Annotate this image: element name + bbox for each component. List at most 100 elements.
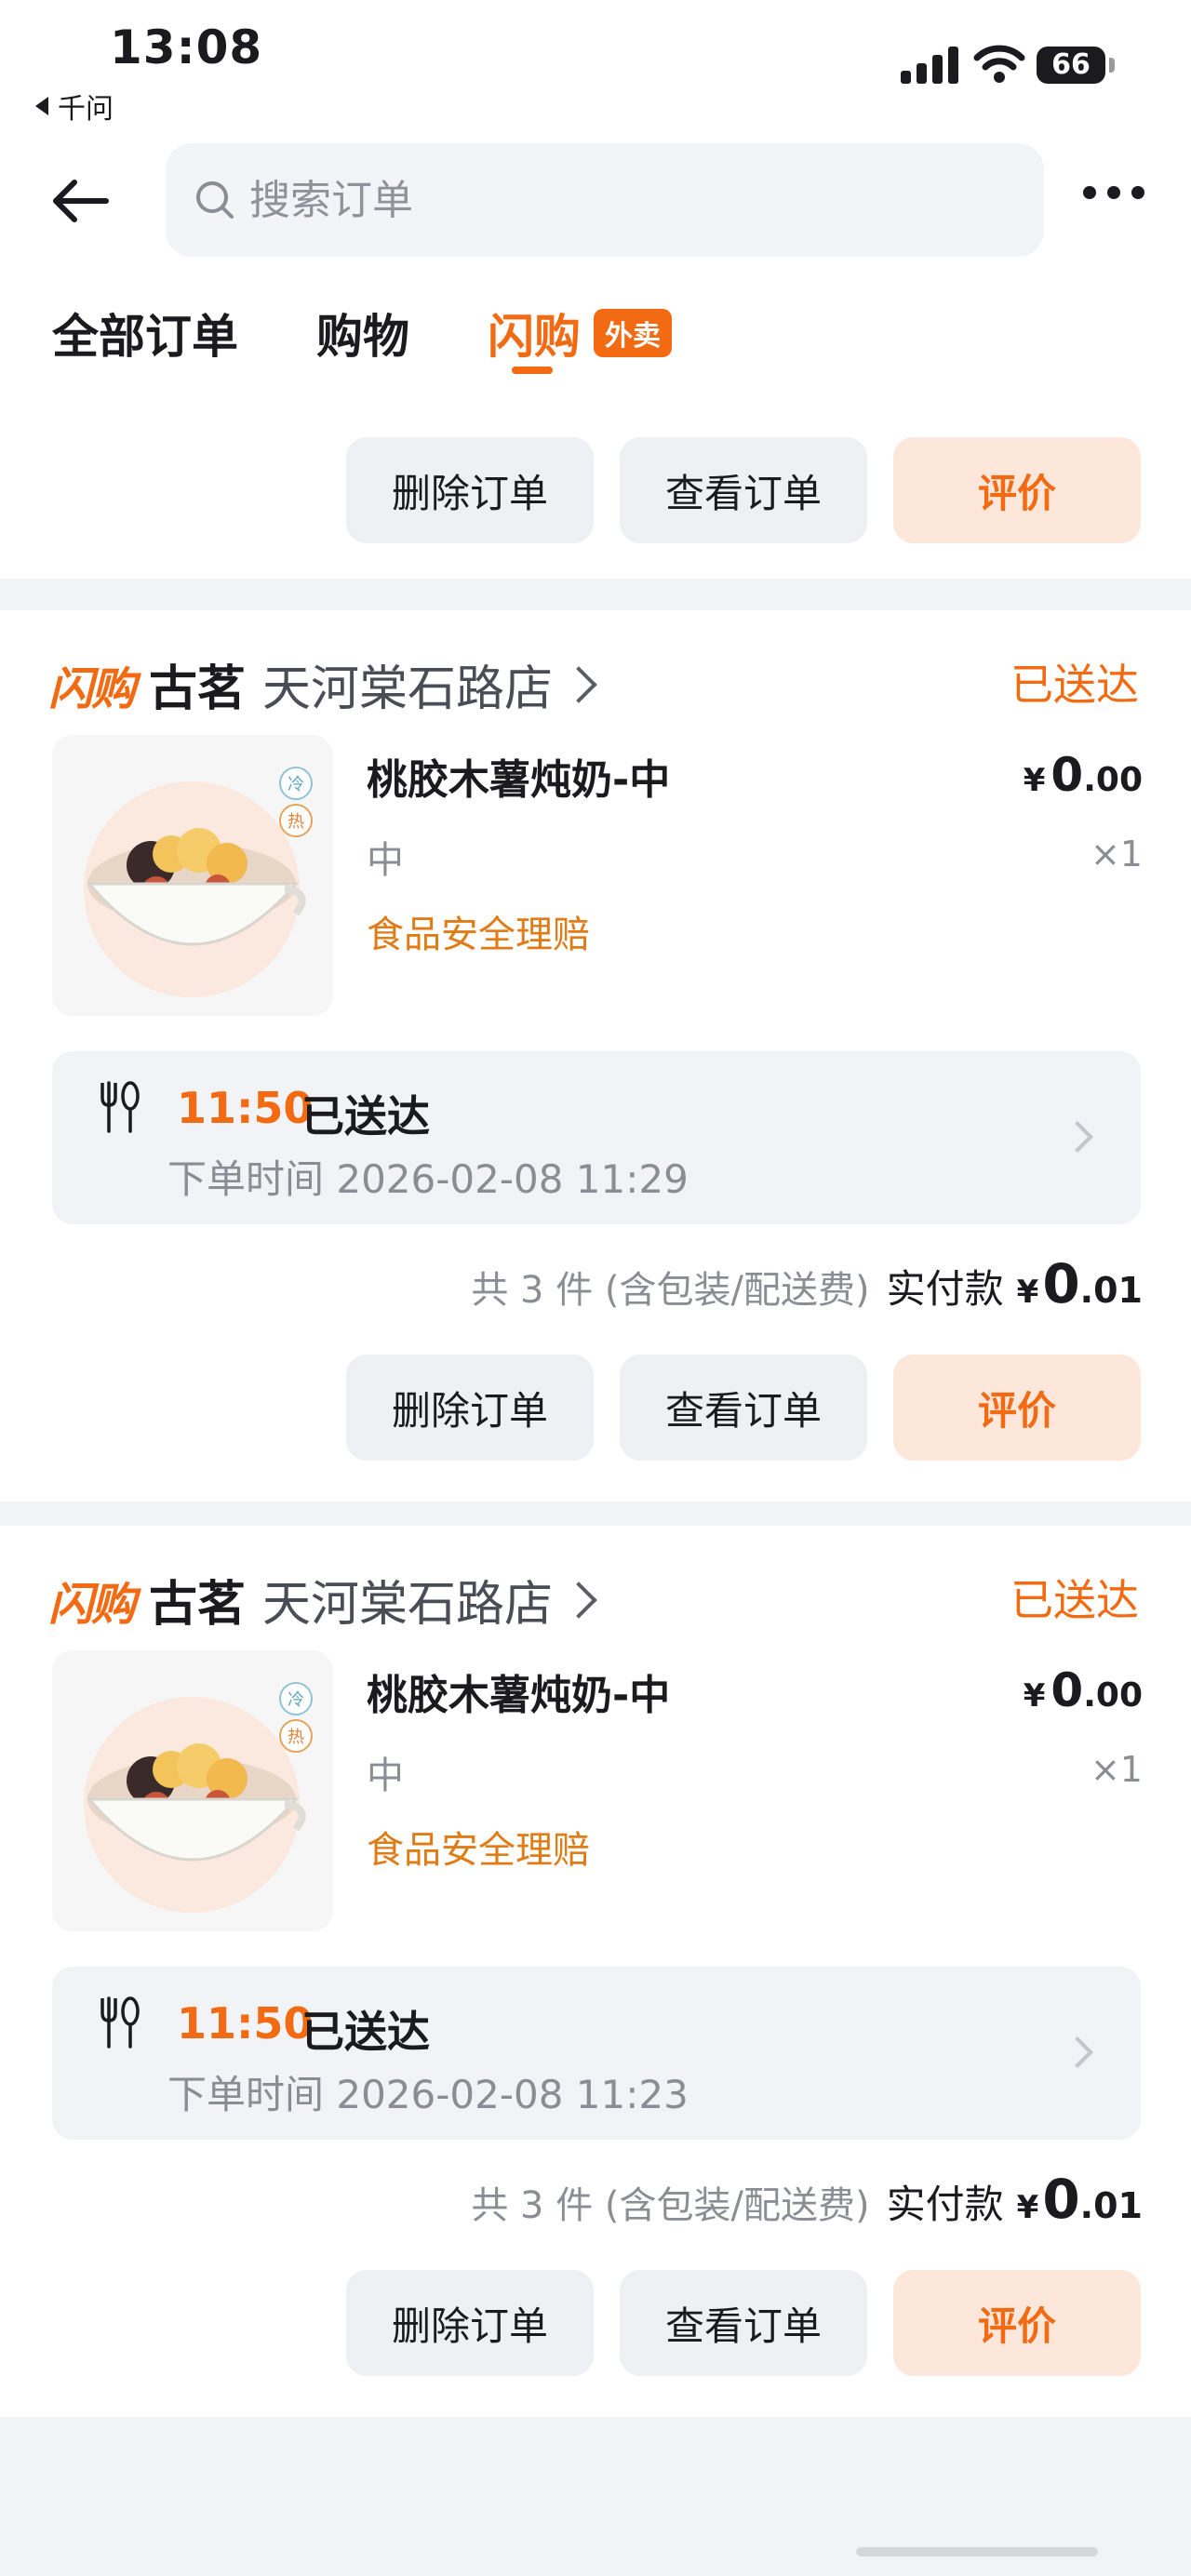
item-count: 共 3 件 (含包装/配送费) [471,2184,870,2227]
dot [1131,186,1144,199]
chevron-right-icon [1062,1121,1093,1153]
order-card[interactable]: 闪购 古茗 天河棠石路店 已送达 冷 热 桃胶木薯炖奶-中 ¥ 0 .00 中 … [0,1526,1191,2417]
more-options-icon[interactable] [1083,186,1144,199]
dot [1083,186,1096,199]
paid-label: 实付款 [886,1266,1004,1312]
order-status: 已送达 [1010,1575,1139,1625]
order-list-page: 13:08 千问 66 搜索订单 全部订单 购物 闪购 外卖 删除订单 查看订单… [0,0,1191,2576]
product-name[interactable]: 桃胶木薯炖奶-中 [367,746,670,806]
search-input[interactable] [249,176,975,224]
order-card-header[interactable]: 闪购 古茗 天河棠石路店 [48,1565,597,1635]
order-actions: 删除订单 查看订单 评价 [346,1355,1141,1461]
product-qty: ×1 [1090,834,1143,874]
svg-text:热: 热 [288,812,304,832]
order-time: 下单时间 2026-02-08 11:29 [167,1156,689,1202]
cellular-signal-icon [901,47,958,84]
currency-symbol: ¥ [1023,1677,1046,1715]
product-price: ¥ 0 .00 [1024,1663,1143,1717]
delete-order-button[interactable]: 删除订单 [346,1355,594,1461]
product-spec: 中 [367,1755,404,1797]
tab-flash-buy[interactable]: 闪购 外卖 [488,300,672,367]
fork-spoon-icon [100,1996,140,2049]
delivered-status: 已送达 [301,2007,430,2057]
paid-label: 实付款 [886,2182,1004,2227]
tab-all-orders[interactable]: 全部订单 [52,300,238,367]
svg-text:冷: 冷 [288,775,304,794]
order-time: 下单时间 2026-02-08 11:23 [167,2072,689,2117]
order-status: 已送达 [1010,660,1139,710]
order-card[interactable]: 闪购 古茗 天河棠石路店 已送达 冷 热 桃胶木薯炖奶-中 ¥ 0 .00 中 … [0,610,1191,1502]
shop-branch: 天河棠石路店 [262,661,554,717]
battery-nub [1109,58,1115,73]
delivery-info[interactable]: 11:50 已送达 下单时间 2026-02-08 11:23 [52,1967,1141,2140]
food-safety-guarantee[interactable]: 食品安全理赔 [367,1820,590,1874]
prev-order-actions: 删除订单 查看订单 评价 [346,437,1141,543]
dessert-bowl-image: 冷 热 [84,767,313,997]
status-time: 13:08 [110,20,263,74]
scroll-indicator [856,2547,1098,2556]
paid-int: 0 [1042,2168,1080,2231]
delivered-time: 11:50 [177,1998,314,2049]
delivered-time: 11:50 [177,1083,314,1133]
back-arrow-icon[interactable] [48,167,115,234]
search-icon [196,181,234,219]
review-button[interactable]: 评价 [893,1355,1141,1461]
item-count: 共 3 件 (含包装/配送费) [471,1269,870,1312]
svg-text:热: 热 [288,1728,304,1747]
chevron-right-icon [560,1581,597,1619]
chevron-right-icon [560,665,597,703]
currency-symbol: ¥ [1016,1274,1039,1311]
view-order-button[interactable]: 查看订单 [620,1355,867,1461]
product-image[interactable]: 冷 热 [52,735,333,1016]
delete-order-button[interactable]: 删除订单 [346,2270,594,2376]
delivery-info[interactable]: 11:50 已送达 下单时间 2026-02-08 11:29 [52,1051,1141,1224]
wifi-icon [973,45,1025,83]
product-qty: ×1 [1090,1749,1143,1790]
paid-dec: .01 [1079,1270,1143,1311]
view-order-button[interactable]: 查看订单 [620,2270,867,2376]
paid-dec: .01 [1079,2185,1143,2226]
paid-int: 0 [1042,1252,1080,1315]
order-card-header[interactable]: 闪购 古茗 天河棠石路店 [48,649,597,719]
price-int: 0 [1050,1663,1084,1717]
tab-shopping[interactable]: 购物 [316,300,409,367]
active-tab-indicator [512,367,553,374]
product-price: ¥ 0 .00 [1024,748,1143,802]
review-button[interactable]: 评价 [893,437,1141,543]
back-to-app[interactable]: 千问 [35,86,114,127]
shop-name: 古茗 [149,1577,247,1633]
battery-indicator: 66 [1037,47,1105,84]
order-tabs: 全部订单 购物 闪购 外卖 [52,300,750,367]
svg-text:冷: 冷 [288,1690,304,1710]
flash-buy-logo: 闪购 [48,1578,136,1631]
shop-name: 古茗 [149,661,247,717]
search-bar[interactable] [166,143,1044,257]
review-button[interactable]: 评价 [893,2270,1141,2376]
order-summary: 共 3 件 (含包装/配送费) 实付款 ¥ 0 .01 [471,1252,1143,1315]
takeout-badge: 外卖 [594,309,672,357]
price-dec: .00 [1083,1676,1143,1715]
back-triangle-icon [35,97,48,115]
currency-symbol: ¥ [1023,762,1046,799]
flash-buy-logo: 闪购 [48,662,136,715]
product-name[interactable]: 桃胶木薯炖奶-中 [367,1662,670,1721]
chevron-right-icon [1062,2036,1093,2068]
back-app-label: 千问 [58,93,114,126]
tab-flash-buy-label: 闪购 [488,310,581,364]
view-order-button[interactable]: 查看订单 [620,437,867,543]
order-summary: 共 3 件 (含包装/配送费) 实付款 ¥ 0 .01 [471,2168,1143,2231]
delete-order-button[interactable]: 删除订单 [346,437,594,543]
order-actions: 删除订单 查看订单 评价 [346,2270,1141,2376]
delivered-status: 已送达 [301,1091,430,1141]
currency-symbol: ¥ [1016,2189,1039,2226]
fork-spoon-icon [100,1081,140,1133]
shop-branch: 天河棠石路店 [262,1577,554,1633]
product-image[interactable]: 冷 热 [52,1650,333,1931]
food-safety-guarantee[interactable]: 食品安全理赔 [367,904,590,958]
dot [1107,186,1120,199]
product-spec: 中 [367,839,404,882]
header: 13:08 千问 66 搜索订单 全部订单 购物 闪购 外卖 删除订单 查看订单… [0,0,1191,579]
dessert-bowl-image: 冷 热 [84,1682,313,1913]
price-int: 0 [1050,748,1084,802]
price-dec: .00 [1083,761,1143,799]
